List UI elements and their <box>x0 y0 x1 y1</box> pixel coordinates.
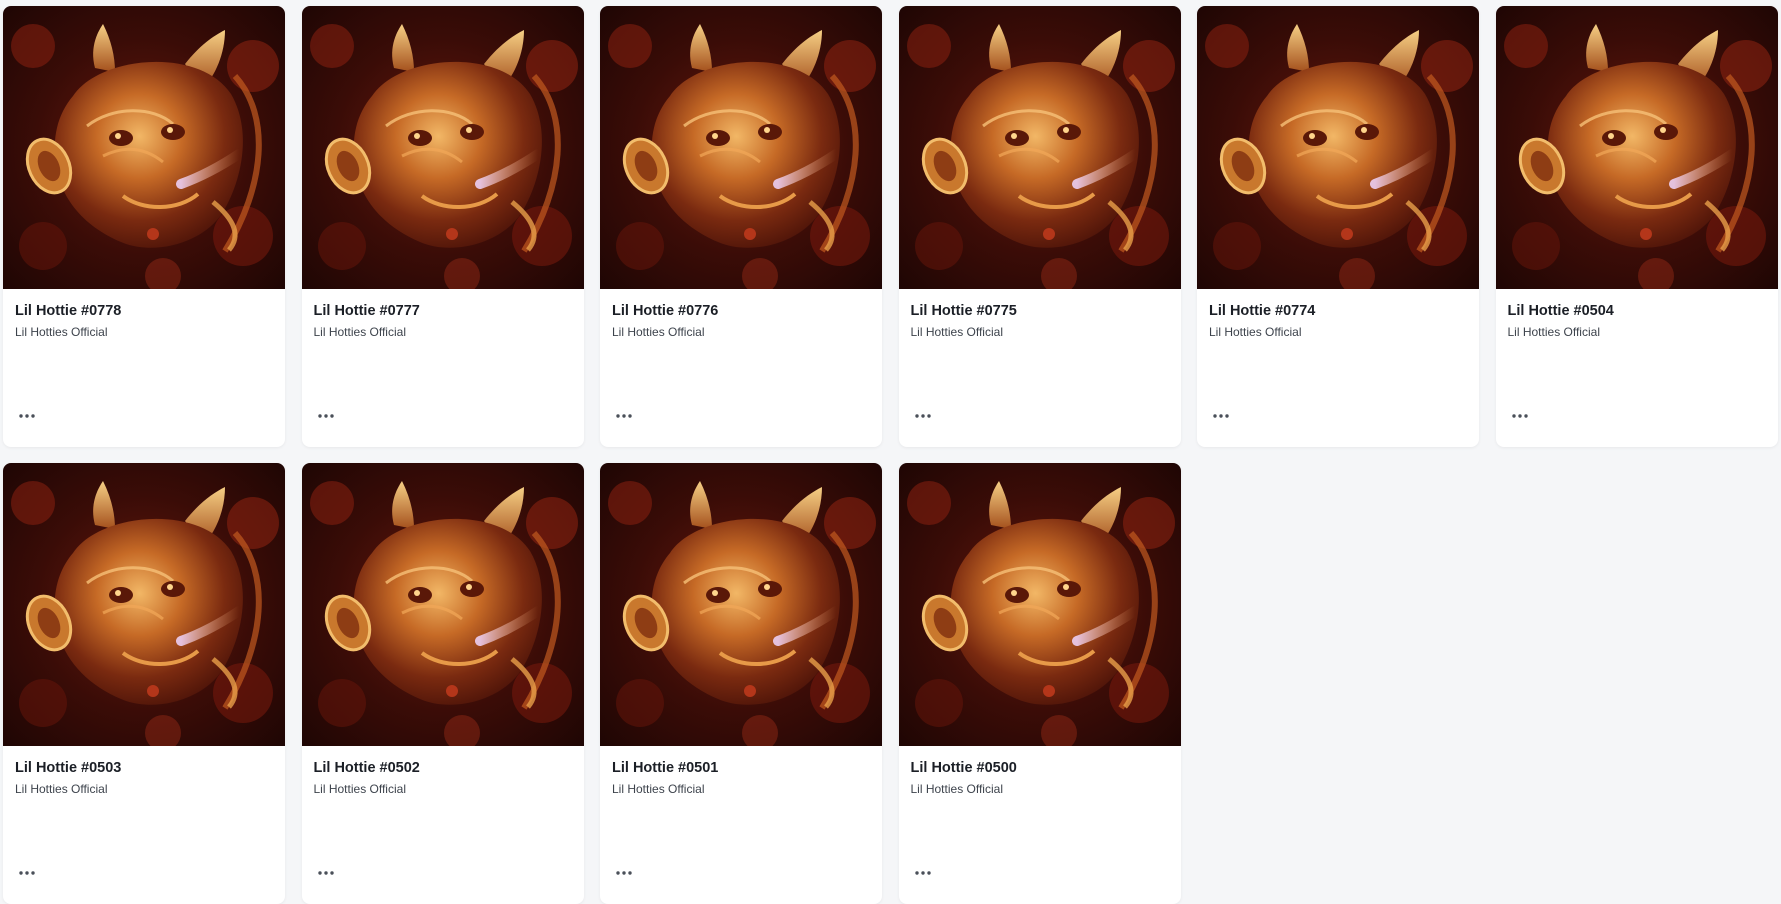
more-options-button[interactable] <box>911 866 935 880</box>
nft-image[interactable] <box>898 6 1181 289</box>
nft-collection-name[interactable]: Lil Hotties Official <box>15 781 273 797</box>
nft-info: Lil Hottie #0777 Lil Hotties Official <box>302 289 584 340</box>
nft-info: Lil Hottie #0774 Lil Hotties Official <box>1197 289 1479 340</box>
nft-info: Lil Hottie #0504 Lil Hotties Official <box>1496 289 1778 340</box>
nft-card[interactable]: Lil Hottie #0501 Lil Hotties Official <box>600 463 882 904</box>
nft-collection-name[interactable]: Lil Hotties Official <box>911 781 1169 797</box>
nft-image[interactable] <box>3 463 285 746</box>
more-options-button[interactable] <box>1209 409 1233 423</box>
nft-title[interactable]: Lil Hottie #0502 <box>314 759 572 777</box>
nft-image[interactable] <box>301 463 584 746</box>
nft-info: Lil Hottie #0502 Lil Hotties Official <box>302 746 584 797</box>
more-horizontal-icon <box>1213 414 1229 418</box>
nft-image[interactable] <box>600 463 882 746</box>
nft-info: Lil Hottie #0501 Lil Hotties Official <box>600 746 882 797</box>
nft-collection-name[interactable]: Lil Hotties Official <box>314 781 572 797</box>
more-horizontal-icon <box>914 871 931 875</box>
nft-image[interactable] <box>1495 6 1778 289</box>
more-horizontal-icon <box>616 871 632 875</box>
more-options-button[interactable] <box>15 866 39 880</box>
nft-collection-name[interactable]: Lil Hotties Official <box>612 324 870 340</box>
nft-title[interactable]: Lil Hottie #0774 <box>1209 302 1467 320</box>
more-horizontal-icon <box>19 414 35 418</box>
more-horizontal-icon <box>616 414 632 418</box>
more-options-button[interactable] <box>612 866 636 880</box>
nft-info: Lil Hottie #0776 Lil Hotties Official <box>600 289 882 340</box>
nft-card[interactable]: Lil Hottie #0777 Lil Hotties Official <box>301 6 584 447</box>
more-options-button[interactable] <box>314 409 338 423</box>
nft-info: Lil Hottie #0503 Lil Hotties Official <box>3 746 285 797</box>
nft-card[interactable]: Lil Hottie #0775 Lil Hotties Official <box>898 6 1181 447</box>
nft-info: Lil Hottie #0778 Lil Hotties Official <box>3 289 285 340</box>
more-horizontal-icon <box>914 414 931 418</box>
nft-image[interactable] <box>1197 6 1479 289</box>
nft-collection-name[interactable]: Lil Hotties Official <box>1508 324 1766 340</box>
nft-title[interactable]: Lil Hottie #0776 <box>612 302 870 320</box>
nft-card[interactable]: Lil Hottie #0500 Lil Hotties Official <box>898 463 1181 904</box>
nft-collection-name[interactable]: Lil Hotties Official <box>1209 324 1467 340</box>
nft-image[interactable] <box>600 6 882 289</box>
nft-card[interactable]: Lil Hottie #0776 Lil Hotties Official <box>600 6 882 447</box>
more-options-button[interactable] <box>1508 409 1532 423</box>
nft-image[interactable] <box>3 6 285 289</box>
nft-card[interactable]: Lil Hottie #0504 Lil Hotties Official <box>1495 6 1778 447</box>
nft-info: Lil Hottie #0500 Lil Hotties Official <box>899 746 1181 797</box>
nft-card[interactable]: Lil Hottie #0503 Lil Hotties Official <box>3 463 285 904</box>
nft-card[interactable]: Lil Hottie #0778 Lil Hotties Official <box>3 6 285 447</box>
nft-title[interactable]: Lil Hottie #0777 <box>314 302 572 320</box>
nft-info: Lil Hottie #0775 Lil Hotties Official <box>899 289 1181 340</box>
more-horizontal-icon <box>19 871 35 875</box>
nft-title[interactable]: Lil Hottie #0501 <box>612 759 870 777</box>
nft-grid: Lil Hottie #0778 Lil Hotties Official Li… <box>3 6 1779 904</box>
nft-card[interactable]: Lil Hottie #0774 Lil Hotties Official <box>1197 6 1479 447</box>
more-options-button[interactable] <box>911 409 935 423</box>
more-options-button[interactable] <box>15 409 39 423</box>
more-options-button[interactable] <box>612 409 636 423</box>
nft-title[interactable]: Lil Hottie #0503 <box>15 759 273 777</box>
nft-title[interactable]: Lil Hottie #0504 <box>1508 302 1766 320</box>
nft-collection-name[interactable]: Lil Hotties Official <box>15 324 273 340</box>
nft-image[interactable] <box>301 6 584 289</box>
more-horizontal-icon <box>317 414 334 418</box>
nft-collection-name[interactable]: Lil Hotties Official <box>612 781 870 797</box>
more-options-button[interactable] <box>314 866 338 880</box>
nft-card[interactable]: Lil Hottie #0502 Lil Hotties Official <box>301 463 584 904</box>
nft-image[interactable] <box>898 463 1181 746</box>
more-horizontal-icon <box>317 871 334 875</box>
nft-title[interactable]: Lil Hottie #0775 <box>911 302 1169 320</box>
nft-title[interactable]: Lil Hottie #0500 <box>911 759 1169 777</box>
more-horizontal-icon <box>1511 414 1528 418</box>
nft-collection-name[interactable]: Lil Hotties Official <box>314 324 572 340</box>
nft-collection-name[interactable]: Lil Hotties Official <box>911 324 1169 340</box>
nft-title[interactable]: Lil Hottie #0778 <box>15 302 273 320</box>
